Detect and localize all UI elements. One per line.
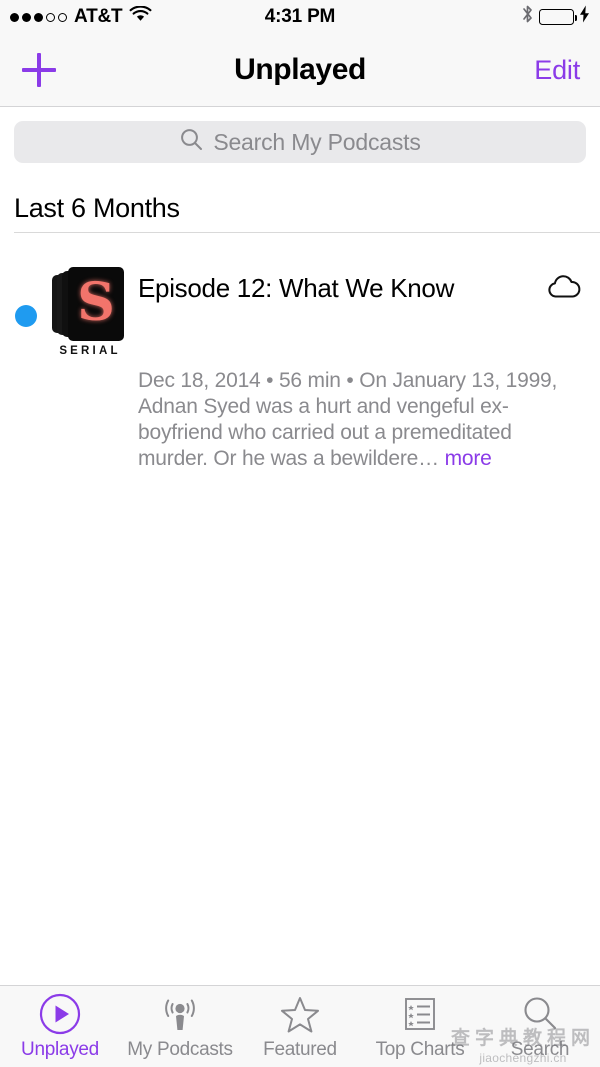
tab-featured[interactable]: Featured	[240, 986, 360, 1067]
chart-list-icon	[398, 992, 442, 1036]
star-icon	[278, 992, 322, 1036]
wifi-icon	[129, 5, 152, 29]
tab-label-unplayed: Unplayed	[21, 1039, 99, 1060]
unplayed-dot-icon	[15, 305, 37, 327]
signal-dot-filled	[10, 12, 19, 22]
search-input[interactable]: Search My Podcasts	[14, 121, 586, 163]
search-placeholder: Search My Podcasts	[213, 128, 421, 155]
more-link[interactable]: more	[445, 447, 492, 470]
tab-label-my-podcasts: My Podcasts	[127, 1039, 233, 1060]
unplayed-indicator-column	[0, 255, 52, 472]
podcasts-app-screen: AT&T 4:31 PM Unplayed Edit Search My Pod…	[0, 0, 600, 1067]
signal-dot-empty	[58, 12, 67, 22]
tab-search[interactable]: Search	[480, 986, 600, 1067]
add-podcast-button[interactable]	[20, 51, 58, 89]
artwork-logo-letter: S	[77, 272, 115, 333]
episode-title-row: Episode 12: What We Know	[138, 255, 586, 306]
episode-content: Episode 12: What We Know Dec 18, 2014 • …	[138, 255, 586, 472]
play-circle-icon	[38, 992, 82, 1036]
search-icon	[179, 127, 204, 157]
podcast-artwork-column: S SERIAL	[52, 255, 138, 472]
signal-dot-empty	[46, 12, 55, 22]
search-icon	[518, 992, 562, 1036]
search-bar-container: Search My Podcasts	[0, 107, 600, 177]
tab-top-charts[interactable]: Top Charts	[360, 986, 480, 1067]
episode-title: Episode 12: What We Know	[138, 273, 455, 303]
podcast-artwork: S	[52, 257, 128, 343]
bluetooth-icon	[521, 4, 534, 30]
edit-button[interactable]: Edit	[534, 55, 580, 86]
tab-unplayed[interactable]: Unplayed	[0, 986, 120, 1067]
episode-description: Dec 18, 2014 • 56 min • On January 13, 1…	[138, 368, 586, 472]
tab-label-search: Search	[510, 1039, 570, 1060]
artwork-card-top: S	[68, 267, 124, 341]
episode-row[interactable]: S SERIAL Episode 12: What We Know Dec 18…	[0, 233, 600, 472]
navigation-bar: Unplayed Edit	[0, 34, 600, 107]
tab-my-podcasts[interactable]: My Podcasts	[120, 986, 240, 1067]
signal-dot-filled	[34, 12, 43, 22]
tab-label-featured: Featured	[263, 1039, 337, 1060]
podcast-person-icon	[158, 992, 202, 1036]
section-header: Last 6 Months	[14, 193, 180, 223]
cellular-signal-dots	[10, 12, 67, 22]
tab-bar: Unplayed My Podcasts Featured Top Charts…	[0, 985, 600, 1067]
lightning-bolt-icon	[579, 5, 590, 29]
status-bar: AT&T 4:31 PM	[0, 0, 600, 34]
episode-description-text: Dec 18, 2014 • 56 min • On January 13, 1…	[138, 369, 558, 470]
battery-icon	[539, 9, 578, 25]
cloud-download-icon[interactable]	[536, 255, 586, 306]
status-bar-right	[521, 4, 590, 30]
signal-dot-filled	[22, 12, 31, 22]
status-bar-left: AT&T	[10, 5, 152, 29]
carrier-label: AT&T	[74, 6, 123, 27]
page-title: Unplayed	[234, 53, 366, 86]
tab-label-top-charts: Top Charts	[375, 1039, 465, 1060]
artwork-logo-word: SERIAL	[59, 345, 121, 357]
